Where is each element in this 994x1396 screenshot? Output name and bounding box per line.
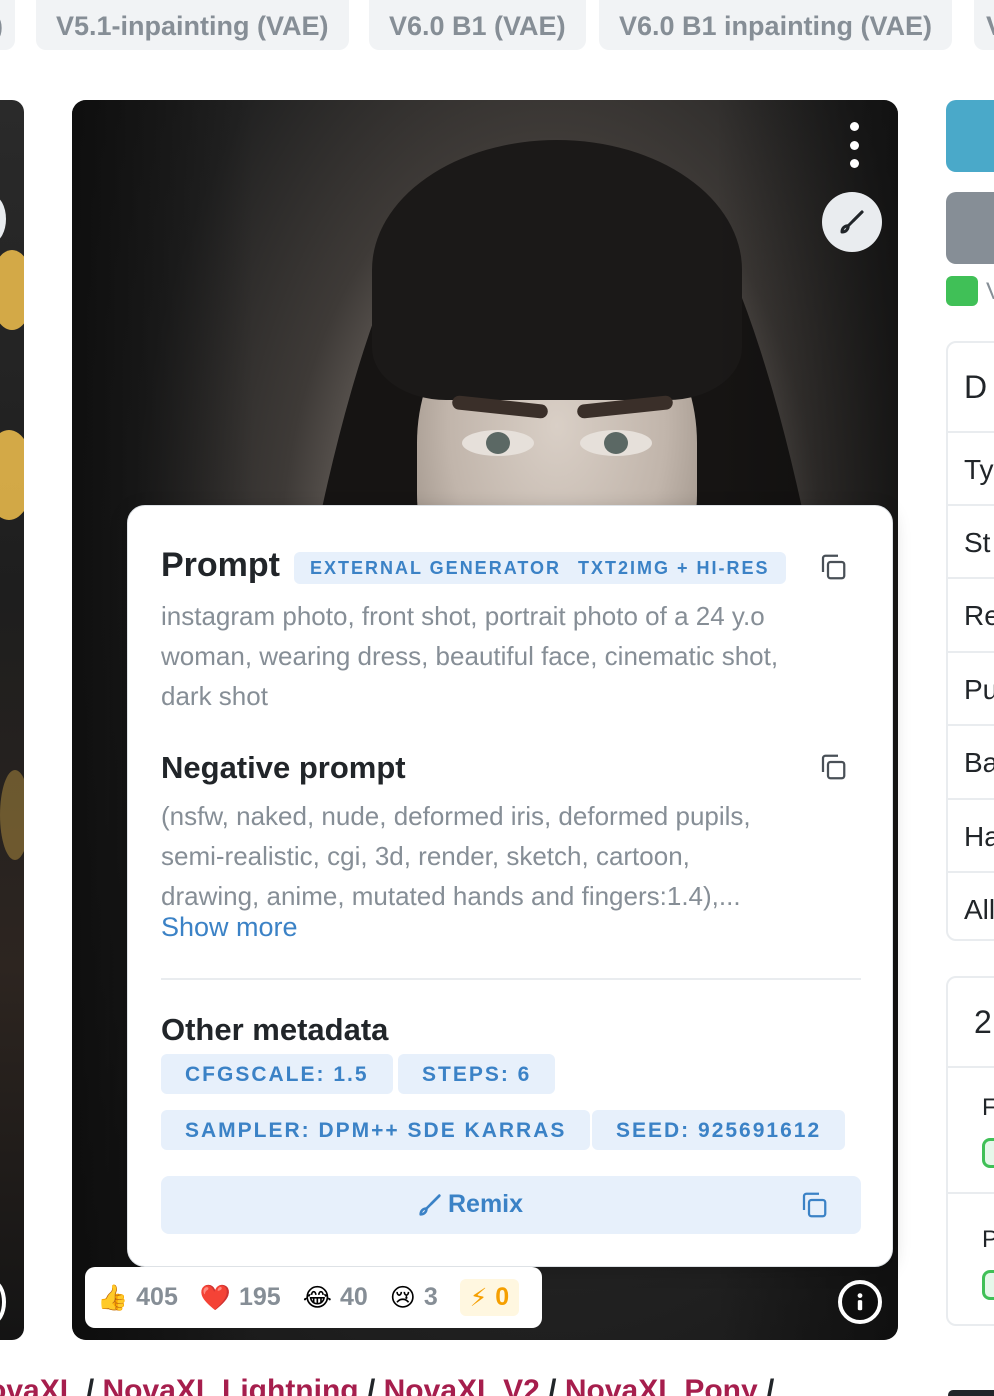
remix-button[interactable]: Remix bbox=[161, 1176, 861, 1234]
tab-version-v51-inpainting[interactable]: V5.1-inpainting (VAE) bbox=[36, 0, 349, 50]
copy-prompt-icon[interactable] bbox=[818, 552, 848, 582]
detail-row-stats: St bbox=[948, 504, 994, 577]
related-models-links: ovaXL / NovaXL Lightning / NovaXL V2 / N… bbox=[0, 1374, 774, 1396]
reaction-cry[interactable]: 😢 3 bbox=[390, 1283, 438, 1312]
cfgscale-badge: CFGSCALE: 1.5 bbox=[161, 1054, 393, 1094]
remix-brush-button[interactable] bbox=[822, 192, 882, 252]
tab-version-prev[interactable]: ) bbox=[0, 0, 15, 50]
show-more-link[interactable]: Show more bbox=[161, 912, 298, 943]
remix-label: Remix bbox=[448, 1190, 524, 1218]
generator-badge: EXTERNAL GENERATOR bbox=[294, 552, 578, 584]
thumbs-up-icon: 👍 bbox=[97, 1282, 129, 1312]
seed-badge: SEED: 925691612 bbox=[592, 1110, 846, 1150]
files-panel: 2 F P bbox=[946, 976, 994, 1326]
details-panel: D Ty St Re Pu Ba Ha All bbox=[946, 341, 994, 941]
more-options-icon[interactable] bbox=[842, 122, 866, 168]
previous-image-card[interactable] bbox=[0, 100, 24, 1340]
reaction-laugh[interactable]: 😂 40 bbox=[303, 1283, 368, 1312]
process-badge: TXT2IMG + HI-RES bbox=[562, 552, 786, 584]
reaction-like[interactable]: 👍 405 bbox=[97, 1283, 178, 1313]
steps-badge: STEPS: 6 bbox=[398, 1054, 556, 1094]
tab-version-next[interactable]: V bbox=[974, 0, 994, 50]
negative-prompt-title: Negative prompt bbox=[161, 750, 406, 785]
reaction-buzz[interactable]: ⚡ 0 bbox=[459, 1279, 520, 1316]
prompt-title: Prompt bbox=[161, 546, 280, 584]
heart-icon: ❤️ bbox=[199, 1282, 231, 1312]
lightning-icon: ⚡ bbox=[469, 1283, 488, 1312]
other-metadata-title: Other metadata bbox=[161, 1012, 389, 1047]
brush-icon bbox=[419, 1193, 441, 1216]
cry-icon: 😢 bbox=[389, 1283, 416, 1312]
brush-icon bbox=[840, 210, 864, 234]
model-link-4[interactable]: NovaXL Pony bbox=[565, 1374, 758, 1396]
detail-row-type: Ty bbox=[948, 431, 994, 504]
secondary-action-button[interactable] bbox=[946, 192, 994, 264]
reaction-heart[interactable]: ❤️ 195 bbox=[200, 1283, 281, 1313]
laugh-icon: 😂 bbox=[302, 1283, 332, 1312]
detail-row-all: All bbox=[948, 871, 994, 939]
verified-label: V bbox=[986, 278, 994, 306]
download-button[interactable] bbox=[946, 100, 994, 172]
model-link-2[interactable]: NovaXL Lightning bbox=[103, 1374, 359, 1396]
copy-negative-prompt-icon[interactable] bbox=[818, 752, 848, 782]
model-link-3[interactable]: NovaXL V2 bbox=[384, 1374, 540, 1396]
info-icon[interactable] bbox=[838, 1280, 882, 1324]
files-count: 2 bbox=[974, 1004, 992, 1040]
detail-row-base-model: Ba bbox=[948, 724, 994, 798]
tab-version-v60-b1[interactable]: V6.0 B1 (VAE) bbox=[369, 0, 586, 50]
generation-data-popup: Prompt EXTERNAL GENERATOR TXT2IMG + HI-R… bbox=[127, 505, 893, 1267]
detail-row-published: Pu bbox=[948, 651, 994, 724]
negative-prompt-text: (nsfw, naked, nude, deformed iris, defor… bbox=[161, 801, 751, 911]
version-tabs: ) V5.1-inpainting (VAE) V6.0 B1 (VAE) V6… bbox=[0, 0, 994, 54]
model-link-1[interactable]: ovaXL bbox=[0, 1374, 78, 1396]
file-1-shield-icon bbox=[982, 1138, 994, 1168]
prompt-text: instagram photo, front shot, portrait ph… bbox=[161, 601, 779, 711]
verified-shield-icon bbox=[946, 276, 978, 306]
copy-generation-data-icon[interactable] bbox=[799, 1190, 829, 1220]
file-row-2-label: P bbox=[982, 1226, 994, 1254]
details-title: D bbox=[964, 369, 988, 405]
detail-row-hash: Ha bbox=[948, 798, 994, 871]
file-row-1-label: F bbox=[982, 1094, 994, 1122]
reactions-bar: 👍 405 ❤️ 195 😂 40 😢 3 ⚡ 0 bbox=[85, 1267, 542, 1328]
sampler-badge: SAMPLER: DPM++ SDE KARRAS bbox=[161, 1110, 591, 1150]
detail-row-reviews: Re bbox=[948, 577, 994, 651]
divider bbox=[161, 978, 861, 980]
file-2-shield-icon bbox=[982, 1270, 994, 1300]
tab-version-v60-b1-inpainting[interactable]: V6.0 B1 inpainting (VAE) bbox=[599, 0, 953, 50]
